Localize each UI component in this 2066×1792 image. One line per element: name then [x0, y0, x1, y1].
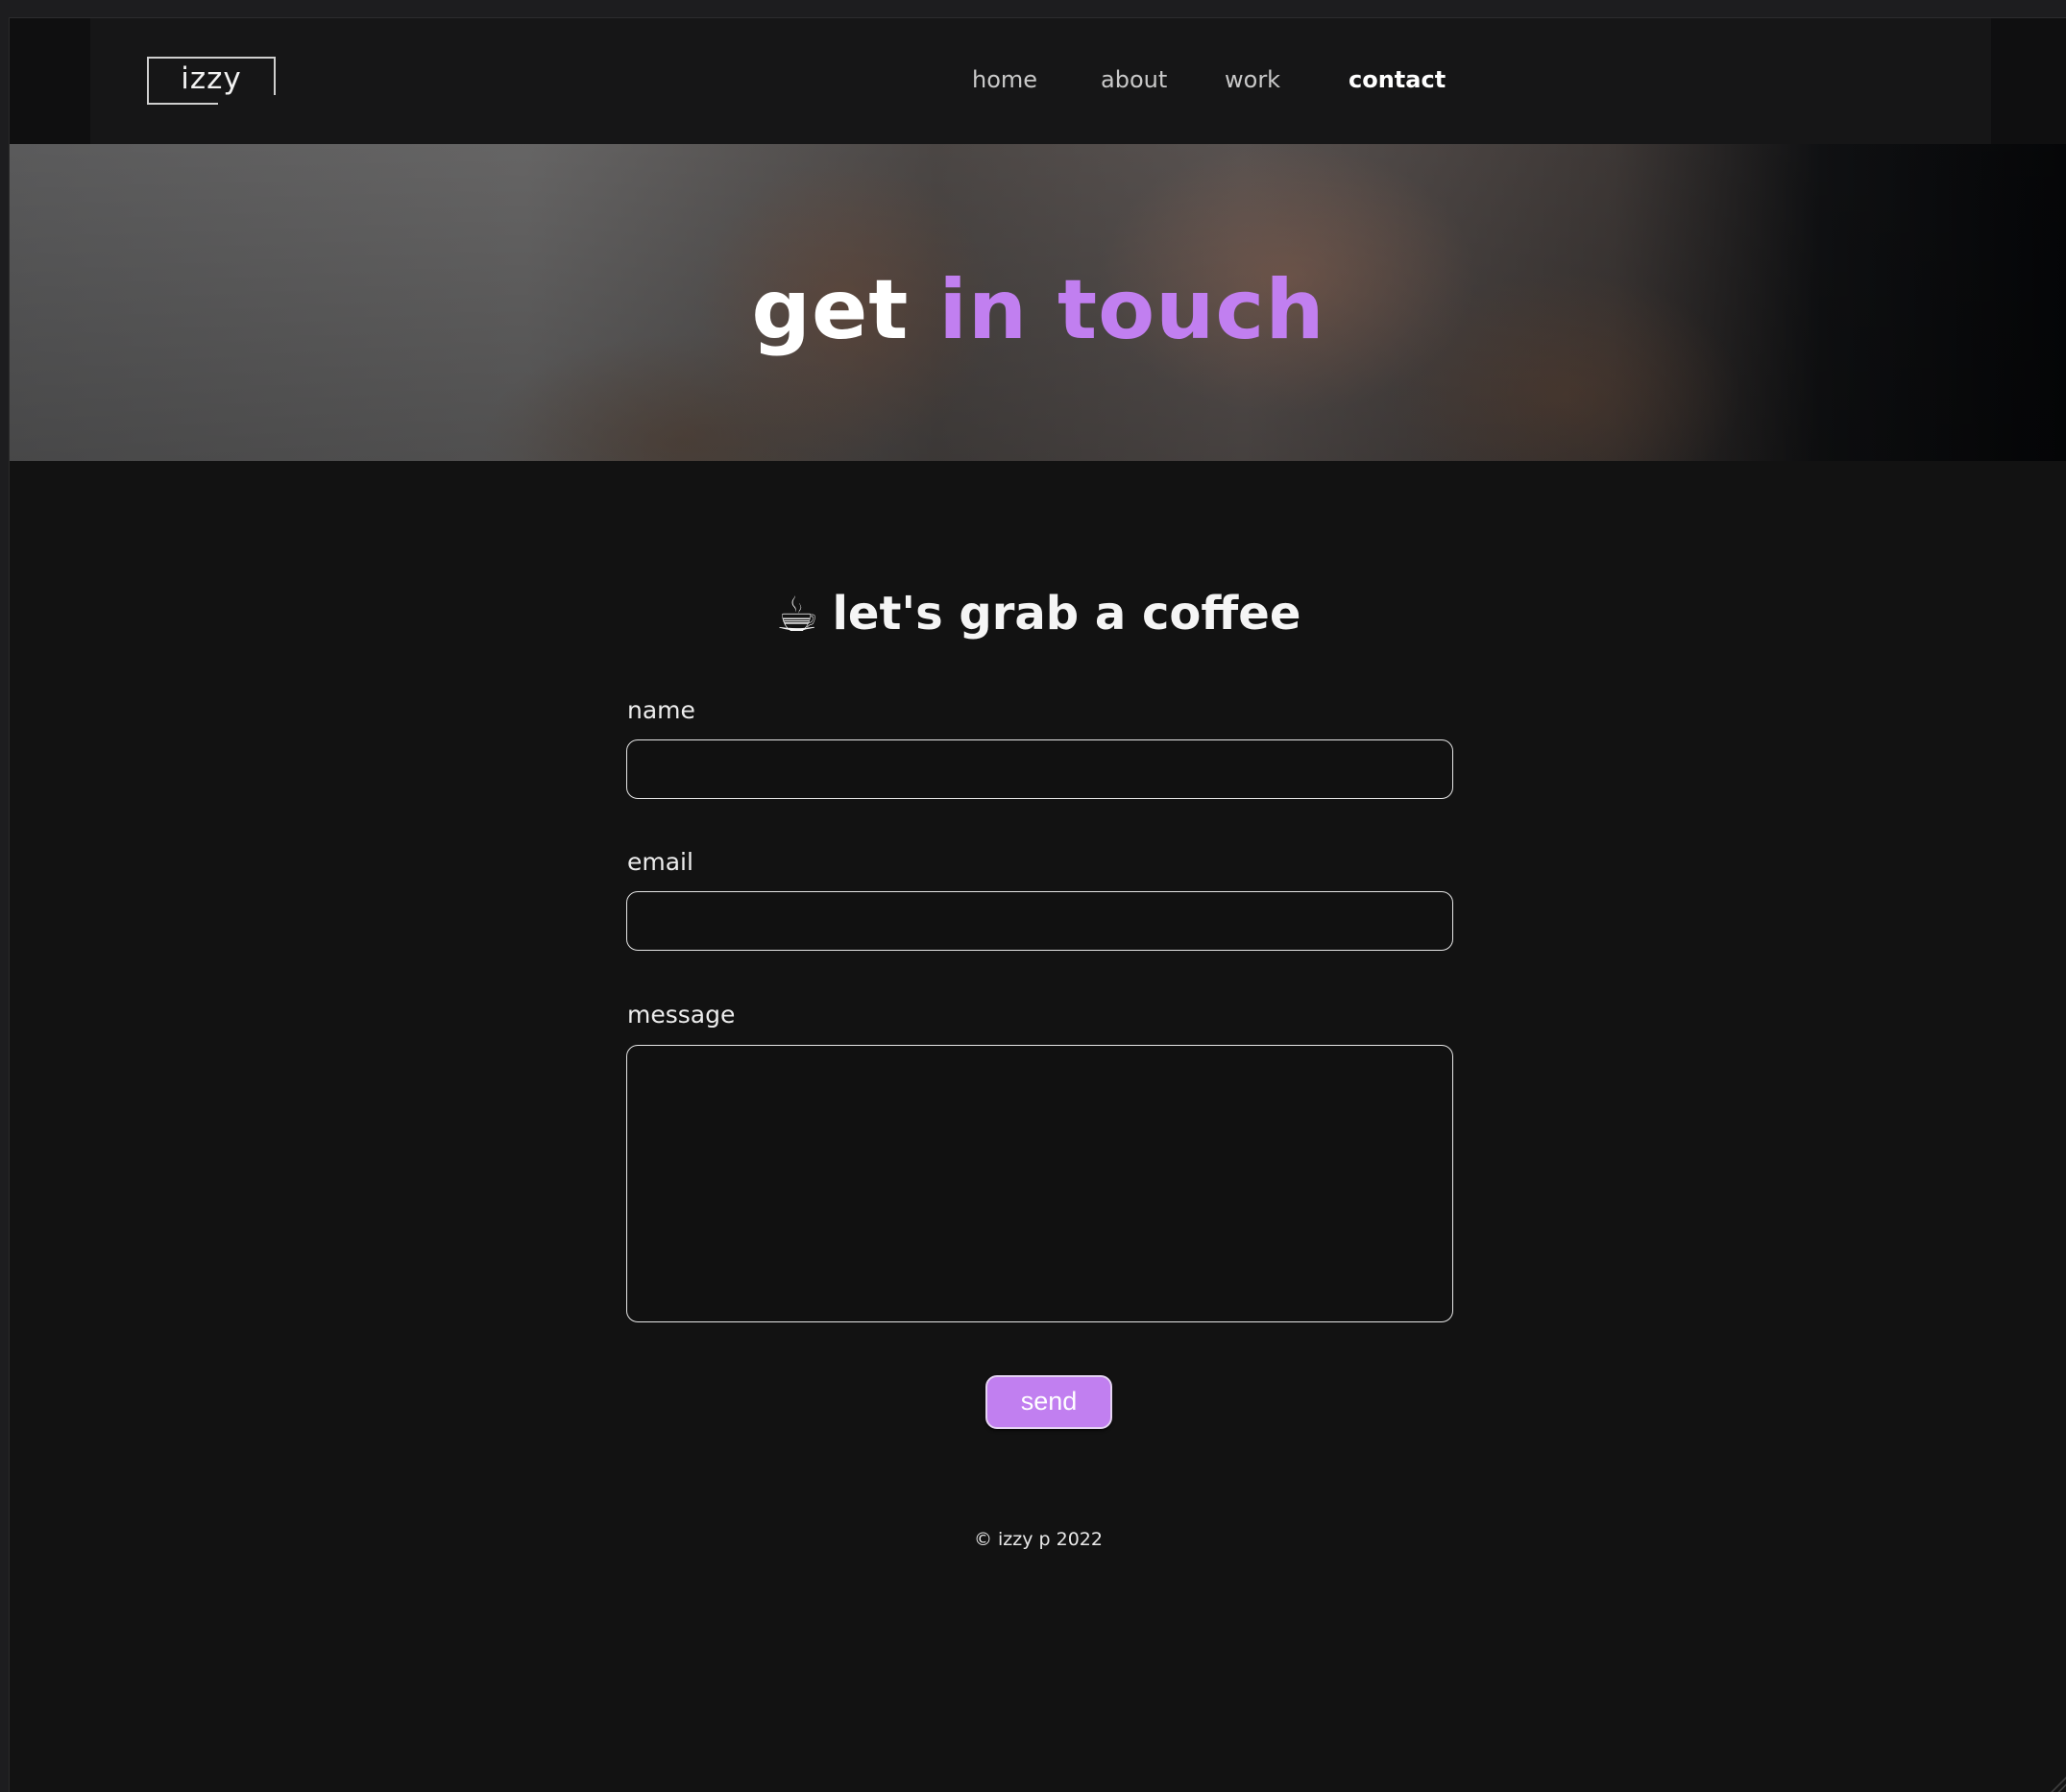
message-field[interactable] — [626, 1045, 1453, 1322]
browser-viewport: izzy home about work contact get in touc… — [9, 17, 2066, 1792]
coffee-icon: ☕ — [775, 587, 819, 642]
hero-banner: get in touch — [10, 144, 2066, 461]
footer-copyright: © izzy p 2022 — [973, 1529, 1103, 1550]
section-title: ☕ let's grab a coffee — [10, 583, 2066, 645]
email-label: email — [627, 848, 693, 876]
resize-grip-icon[interactable] — [2049, 1775, 2066, 1792]
name-field[interactable] — [626, 739, 1453, 799]
message-label: message — [627, 1001, 736, 1029]
site-header: izzy home about work contact — [10, 18, 2066, 144]
nav-work[interactable]: work — [1225, 61, 1280, 99]
header-bar — [90, 18, 1991, 144]
section-title-text: let's grab a coffee — [832, 587, 1301, 641]
logo-frame-bottom — [147, 103, 218, 105]
hero-title-accent: in touch — [938, 262, 1325, 358]
nav-contact[interactable]: contact — [1349, 61, 1446, 99]
hero-title-plain: get — [751, 262, 910, 358]
email-field[interactable] — [626, 891, 1453, 951]
name-label: name — [627, 696, 695, 724]
logo[interactable]: izzy — [147, 57, 276, 105]
hero-title: get in touch — [10, 267, 2066, 353]
nav-about[interactable]: about — [1101, 61, 1167, 99]
send-button[interactable]: send — [985, 1375, 1112, 1429]
logo-text: izzy — [181, 61, 242, 96]
nav-home[interactable]: home — [972, 61, 1037, 99]
